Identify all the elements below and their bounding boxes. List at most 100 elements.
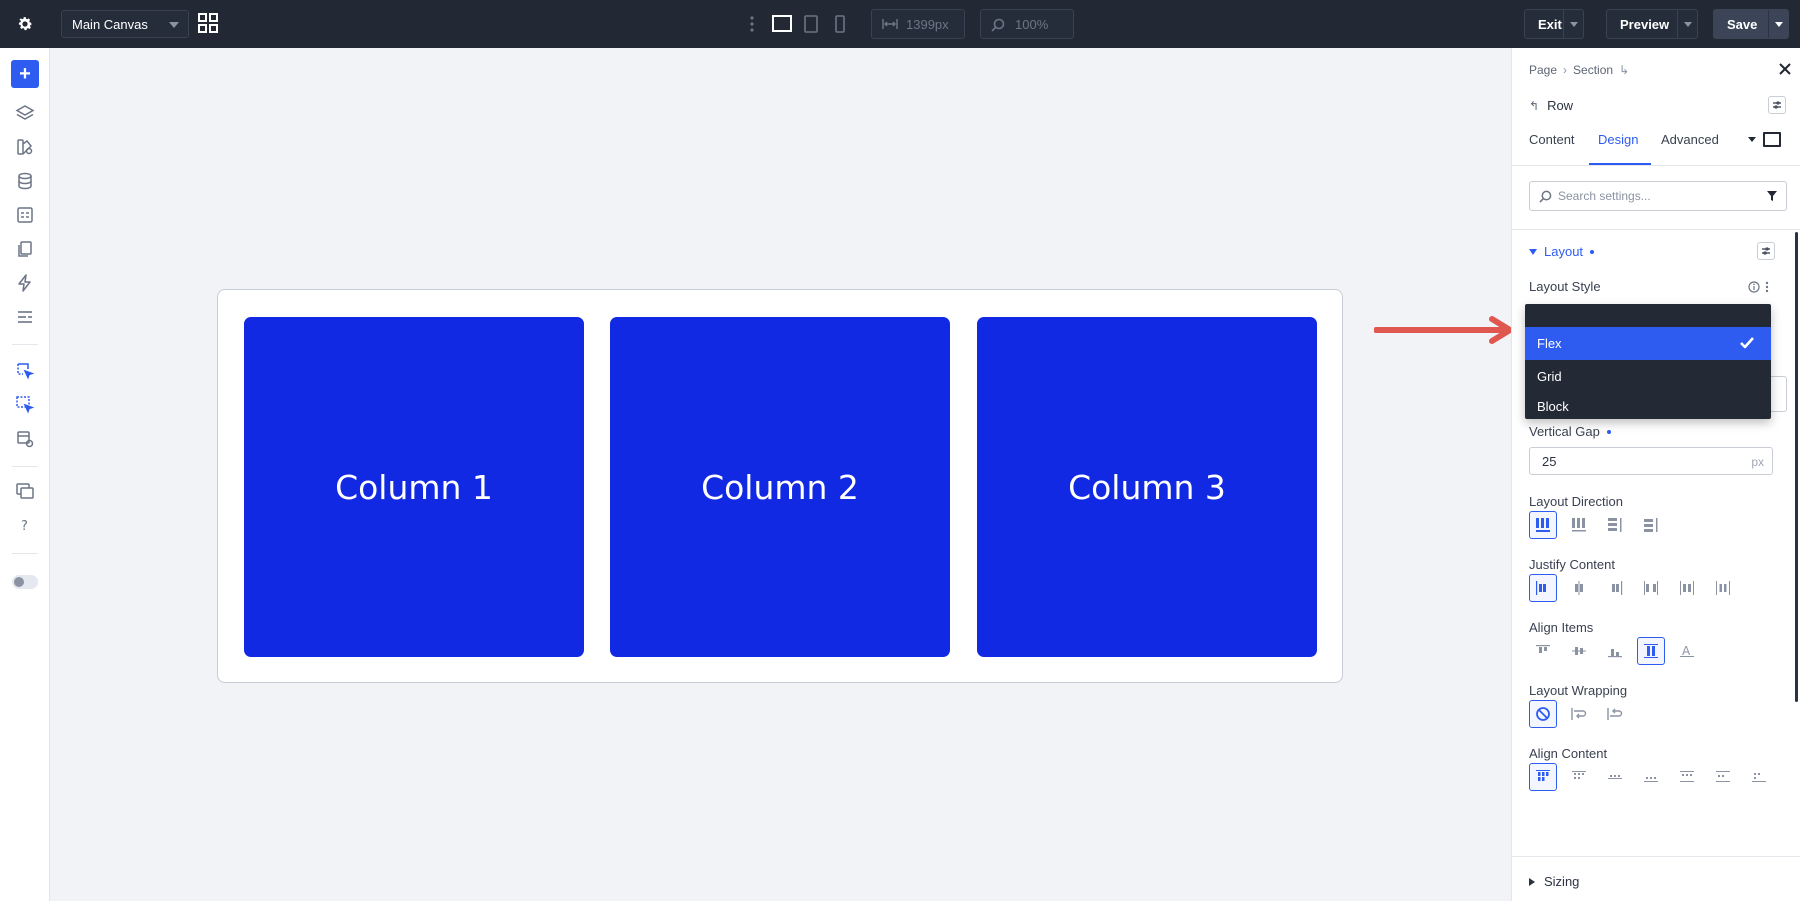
canvas-select[interactable]: Main Canvas [61, 10, 189, 38]
save-button[interactable]: Save [1713, 9, 1789, 39]
column-block[interactable]: Column 2 [610, 317, 950, 657]
more-vertical-icon[interactable] [747, 14, 757, 34]
add-element-button[interactable]: + [11, 60, 39, 88]
justify-center-icon[interactable] [1565, 574, 1593, 602]
tab-content[interactable]: Content [1529, 132, 1575, 164]
theme-toggle[interactable] [12, 575, 38, 589]
justify-space-between-icon[interactable] [1637, 574, 1665, 602]
align-content-end-icon[interactable] [1601, 763, 1629, 791]
svg-text:A: A [1682, 644, 1691, 658]
align-content-center-icon[interactable] [1565, 763, 1593, 791]
desktop-view-icon[interactable] [771, 14, 793, 34]
chevron-down-icon [1684, 22, 1692, 27]
column-label: Column 2 [701, 467, 859, 507]
chevron-down-icon [169, 22, 179, 28]
canvas-width-field[interactable]: 1399px [871, 9, 965, 39]
vertical-gap-label-row: Vertical Gap [1529, 424, 1611, 439]
layout-wrapping-label: Layout Wrapping [1529, 683, 1628, 698]
justify-start-icon[interactable] [1529, 574, 1557, 602]
align-content-around-icon[interactable] [1673, 763, 1701, 791]
canvases-icon[interactable] [15, 481, 35, 501]
justify-end-icon[interactable] [1601, 574, 1629, 602]
align-content-between-icon[interactable] [1637, 763, 1665, 791]
justify-space-around-icon[interactable] [1673, 574, 1701, 602]
info-icon[interactable] [1748, 280, 1760, 298]
pointer-arrow-icon [1374, 316, 1513, 344]
template-settings-icon[interactable] [15, 429, 35, 449]
direction-column-icon[interactable] [1601, 511, 1629, 539]
row-container[interactable]: Column 1 Column 2 Column 3 [217, 289, 1343, 683]
element-options-icon[interactable] [1768, 96, 1786, 114]
caret-down-icon [1529, 248, 1537, 255]
align-center-icon[interactable] [1565, 637, 1593, 665]
align-end-icon[interactable] [1601, 637, 1629, 665]
breadcrumb-section[interactable]: Section [1573, 63, 1613, 77]
exit-button[interactable]: Exit [1524, 9, 1584, 39]
option-flex[interactable]: Flex [1525, 327, 1771, 360]
select-element-icon[interactable] [15, 361, 35, 381]
align-content-start-icon[interactable] [1529, 763, 1557, 791]
preview-button[interactable]: Preview [1606, 9, 1698, 39]
tab-advanced[interactable]: Advanced [1661, 132, 1719, 164]
sizing-section-toggle[interactable]: Sizing [1529, 874, 1579, 889]
vertical-gap-input[interactable]: 25 px [1529, 447, 1773, 475]
zoom-field[interactable]: 100% [980, 9, 1074, 39]
breadcrumb-page[interactable]: Page [1529, 63, 1557, 77]
back-arrow-icon[interactable]: ↰ [1529, 99, 1539, 113]
direction-row-reverse-icon[interactable] [1565, 511, 1593, 539]
settings-search-input[interactable]: Search settings... [1529, 181, 1787, 211]
section-options-icon[interactable] [1757, 242, 1775, 260]
direction-row-icon[interactable] [1529, 511, 1557, 539]
tablet-view-icon[interactable] [800, 14, 822, 34]
column-block[interactable]: Column 1 [244, 317, 584, 657]
align-content-evenly-icon[interactable] [1709, 763, 1737, 791]
chevron-right-icon: › [1563, 63, 1568, 77]
design-presets-icon[interactable] [15, 137, 35, 157]
panel-dock-icon[interactable] [1763, 132, 1781, 147]
justify-space-evenly-icon[interactable] [1709, 574, 1737, 602]
form-icon[interactable] [15, 205, 35, 225]
lightning-icon[interactable] [15, 273, 35, 293]
canvas-grid-icon[interactable] [197, 12, 221, 36]
align-stretch-icon[interactable] [1637, 637, 1665, 665]
option-label: Block [1537, 398, 1569, 414]
help-icon[interactable]: ? [15, 515, 35, 535]
tab-design[interactable]: Design [1598, 132, 1638, 164]
filter-icon[interactable] [1766, 190, 1778, 202]
modified-dot-icon [1606, 429, 1611, 434]
column-block[interactable]: Column 3 [977, 317, 1317, 657]
align-content-stretch-icon[interactable] [1745, 763, 1773, 791]
select-parent-icon[interactable] [15, 395, 35, 415]
direction-column-reverse-icon[interactable] [1637, 511, 1665, 539]
divider [1512, 229, 1800, 230]
svg-text:?: ? [21, 519, 28, 534]
database-icon[interactable] [15, 171, 35, 191]
panel-scrollbar[interactable] [1795, 232, 1798, 702]
no-wrap-icon[interactable] [1529, 700, 1557, 728]
wrap-reverse-icon[interactable] [1601, 700, 1629, 728]
preview-dropdown-toggle[interactable] [1677, 10, 1697, 38]
align-baseline-icon[interactable]: A [1673, 637, 1701, 665]
option-grid[interactable]: Grid [1525, 360, 1771, 393]
close-icon[interactable] [1778, 62, 1792, 76]
structure-icon[interactable] [15, 307, 35, 327]
wrap-icon[interactable] [1565, 700, 1593, 728]
more-vertical-icon[interactable] [1764, 280, 1770, 298]
search-icon [1539, 190, 1552, 203]
layout-section-toggle[interactable]: Layout [1529, 244, 1595, 259]
settings-gear-icon[interactable] [13, 12, 37, 36]
chevron-down-icon[interactable] [1748, 137, 1756, 142]
return-arrow-icon: ↳ [1619, 63, 1630, 77]
justify-content-label: Justify Content [1529, 557, 1615, 572]
pages-icon[interactable] [15, 239, 35, 259]
save-dropdown-toggle[interactable] [1768, 10, 1788, 38]
layers-icon[interactable] [15, 103, 35, 123]
phone-view-icon[interactable] [829, 14, 851, 34]
align-start-icon[interactable] [1529, 637, 1557, 665]
vertical-gap-label: Vertical Gap [1529, 424, 1600, 439]
exit-dropdown-toggle[interactable] [1563, 10, 1583, 38]
layout-direction-label: Layout Direction [1529, 494, 1623, 509]
align-items-options: A [1529, 637, 1701, 665]
chevron-down-icon [1570, 22, 1578, 27]
option-block[interactable]: Block [1525, 393, 1771, 419]
